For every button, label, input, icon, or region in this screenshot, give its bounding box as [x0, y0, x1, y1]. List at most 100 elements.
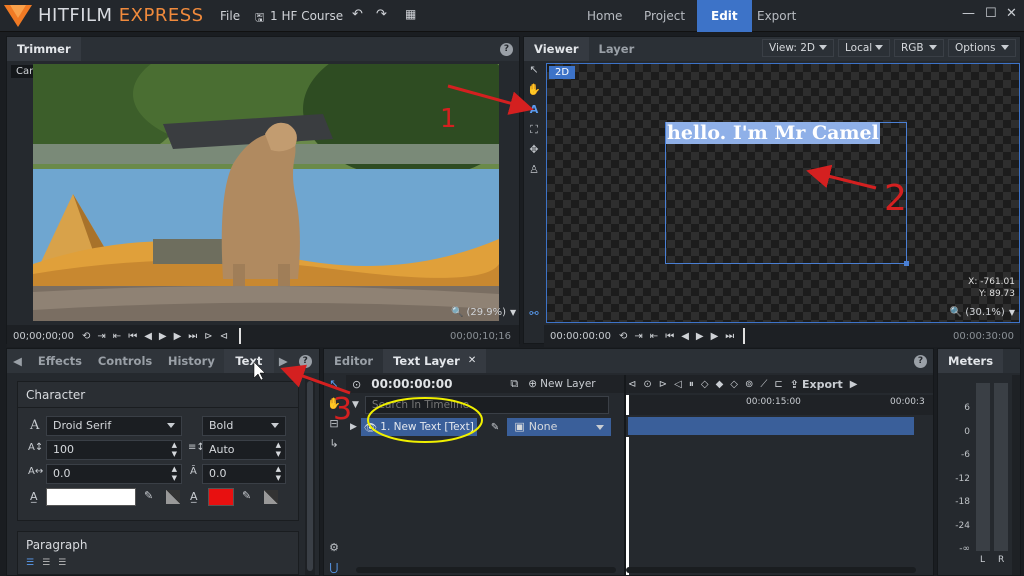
add-keyframe-icon[interactable]: ⊙ — [643, 379, 651, 390]
step-forward-icon[interactable]: ▶ — [159, 331, 167, 342]
save-icon[interactable]: 🖫 — [255, 9, 264, 28]
timeline-scrollbar[interactable] — [626, 567, 916, 573]
menu-project[interactable]: 1 HF Course — [270, 9, 343, 23]
view-mode-select[interactable]: View: 2D — [762, 39, 834, 57]
play-icon[interactable]: ▶ — [711, 331, 719, 342]
help-icon[interactable]: ? — [914, 354, 927, 368]
tab-viewer[interactable]: Viewer — [524, 37, 589, 61]
trimmer-zoom[interactable]: 🔍 (29.9%) ▼ — [451, 307, 516, 318]
text-tool-icon[interactable]: A — [526, 103, 542, 119]
viewer-zoom[interactable]: 🔍 (30.1%) ▼ — [950, 307, 1015, 318]
pause-icon[interactable]: ⏸ — [689, 379, 694, 390]
viewer-text-layer[interactable]: hello. I'm Mr Camel — [666, 122, 880, 144]
next-keyframe-icon[interactable]: ⊳ — [659, 379, 667, 390]
menu-file[interactable]: File — [220, 9, 240, 23]
timeline-playhead[interactable] — [626, 395, 629, 415]
graph-icon[interactable]: ⟋ — [760, 379, 767, 390]
viewer-canvas[interactable]: 2D hello. I'm Mr Camel X: -761.01 Y: 89.… — [546, 63, 1020, 323]
nav-project[interactable]: Project — [630, 0, 699, 32]
fill-color-swatch[interactable] — [46, 488, 136, 506]
leading-field[interactable]: Auto ▲ ▼ — [202, 440, 286, 460]
horizontal-scrollbar[interactable] — [356, 567, 616, 573]
mark-out-icon[interactable]: ⊲ — [220, 331, 228, 342]
timeline-timecode[interactable]: 00:00:00:00 — [371, 377, 452, 391]
tab-editor[interactable]: Editor — [324, 349, 383, 373]
loop-icon[interactable]: ⟲ — [82, 331, 90, 342]
tab-text-layer[interactable]: Text Layer ✕ — [383, 349, 487, 373]
fill-transparency-icon[interactable] — [166, 490, 180, 504]
tabs-scroll-right-icon[interactable]: ▶ — [274, 349, 293, 373]
insert-icon[interactable]: ⇥ — [634, 331, 642, 342]
tab-text[interactable]: Text — [223, 349, 274, 373]
font-family-select[interactable]: Droid Serif — [46, 416, 182, 436]
align-center-icon[interactable]: ☰ — [42, 558, 50, 568]
baseline-field[interactable]: 0.0 ▲ ▼ — [202, 464, 286, 484]
trimmer-playhead[interactable] — [239, 328, 242, 344]
diamond-icon[interactable]: ◇ — [730, 379, 738, 390]
pen-icon[interactable]: ✎ — [491, 422, 499, 433]
nav-export[interactable]: Export — [743, 0, 810, 32]
options-select[interactable]: Options — [948, 39, 1016, 57]
eyedropper-icon[interactable]: ✎ — [242, 489, 251, 502]
viewer-playhead[interactable] — [743, 328, 746, 344]
maximize-icon[interactable]: ☐ — [985, 6, 997, 21]
tab-controls[interactable]: Controls — [88, 349, 158, 373]
layer-clip[interactable] — [628, 417, 914, 435]
layer-name[interactable]: 👁 1. New Text [Text] — [360, 418, 477, 436]
prev-keyframe-icon[interactable]: ⊲ — [628, 379, 636, 390]
timeline-ruler[interactable]: 00:00:15:00 00:00:3 — [626, 395, 933, 415]
step-forward-icon[interactable]: ▶ — [696, 331, 704, 342]
panel-scrollbar[interactable] — [305, 379, 315, 575]
help-icon[interactable]: ? — [298, 354, 312, 368]
split-icon[interactable]: ◁ — [674, 379, 682, 390]
font-weight-select[interactable]: Bold — [202, 416, 286, 436]
stroke-color-swatch[interactable] — [208, 488, 234, 506]
loop-icon[interactable]: ⟲ — [619, 331, 627, 342]
export-button[interactable]: ⇪ Export — [790, 378, 843, 391]
play-icon[interactable]: ▶ — [174, 331, 182, 342]
link-icon[interactable]: ⚯ — [526, 307, 542, 323]
pan-tool-icon[interactable]: ✋ — [526, 83, 542, 99]
layer-row[interactable]: ▶ 👁 1. New Text [Text] ✎ ▣ None — [346, 417, 624, 437]
select-tool-icon[interactable]: ↖ — [526, 63, 542, 79]
tab-layer[interactable]: Layer — [589, 37, 645, 61]
mark-in-icon[interactable]: ⊳ — [204, 331, 212, 342]
go-start-icon[interactable]: ⏮ — [128, 331, 137, 342]
select-tool-icon[interactable]: ↖ — [326, 377, 342, 393]
magnet-icon[interactable]: ⋃ — [326, 561, 342, 576]
tab-meters[interactable]: Meters — [938, 349, 1004, 373]
visibility-icon[interactable]: 👁 — [364, 421, 377, 434]
insert-icon[interactable]: ⇥ — [97, 331, 105, 342]
tabs-scroll-left-icon[interactable]: ◀ — [7, 349, 28, 373]
overlay-icon[interactable]: ⇤ — [113, 331, 121, 342]
step-back-icon[interactable]: ◀ — [681, 331, 689, 342]
meters-scrollbar[interactable] — [1012, 375, 1020, 575]
tracking-field[interactable]: 0.0 ▲ ▼ — [46, 464, 182, 484]
new-layer-button[interactable]: ⊕ New Layer — [528, 378, 595, 390]
move-tool-icon[interactable]: ✥ — [526, 143, 542, 159]
blend-mode-select[interactable]: ▣ None — [507, 418, 612, 436]
go-end-icon[interactable]: ⏭ — [725, 331, 734, 342]
settings-icon[interactable]: ⚙ — [326, 541, 342, 557]
close-tab-icon[interactable]: ✕ — [468, 349, 476, 373]
eyedropper-icon[interactable]: ✎ — [144, 489, 153, 502]
tab-trimmer[interactable]: Trimmer — [7, 37, 81, 61]
filter-icon[interactable]: ▼ — [352, 400, 359, 410]
redo-icon[interactable]: ↷ — [376, 7, 387, 22]
arrow-right-icon[interactable]: ▶ — [850, 379, 858, 390]
text-bounding-box[interactable]: hello. I'm Mr Camel — [665, 122, 909, 266]
snap-tool-icon[interactable]: ↳ — [326, 437, 342, 453]
channel-select[interactable]: RGB — [894, 39, 944, 57]
align-left-icon[interactable]: ☰ — [26, 558, 34, 568]
tab-history[interactable]: History — [158, 349, 224, 373]
crop-tool-icon[interactable]: ⛶ — [526, 123, 542, 139]
step-back-icon[interactable]: ◀ — [144, 331, 152, 342]
minimize-icon[interactable]: — — [962, 6, 975, 21]
diamond-icon[interactable]: ◇ — [701, 379, 709, 390]
space-select[interactable]: Local — [838, 39, 890, 57]
go-end-icon[interactable]: ⏭ — [188, 331, 197, 342]
diamond-icon[interactable]: ◆ — [716, 379, 724, 390]
search-input[interactable] — [364, 396, 609, 414]
tab-effects[interactable]: Effects — [28, 349, 88, 373]
composite-icon[interactable]: ⧉ — [510, 377, 518, 391]
